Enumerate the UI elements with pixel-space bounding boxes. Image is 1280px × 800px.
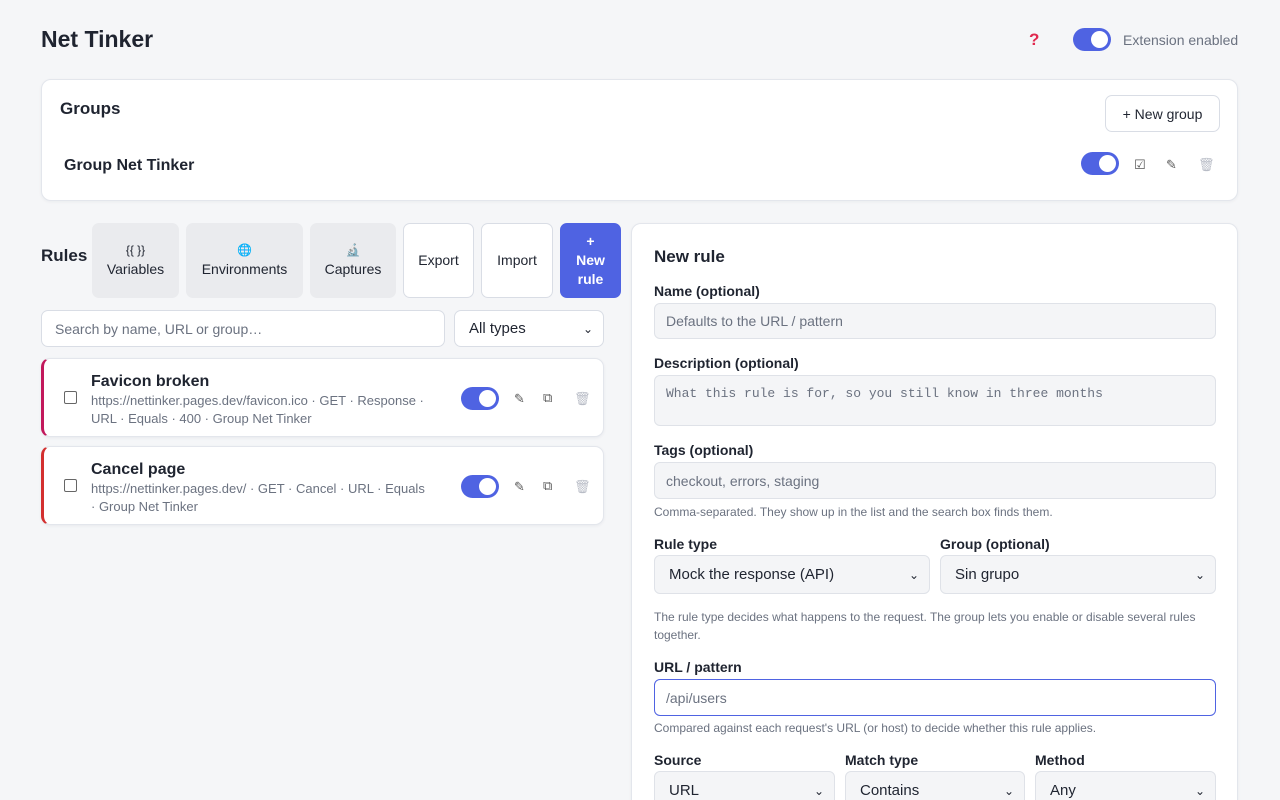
tags-input[interactable]: checkout, errors, staging: [654, 462, 1216, 499]
chevron-down-icon: ⌄: [1194, 567, 1205, 582]
match-type-value: Contains: [860, 782, 920, 799]
import-button[interactable]: Import: [481, 223, 553, 298]
source-label: Source: [654, 752, 702, 768]
environments-label: Environments: [201, 261, 288, 277]
variables-icon: {{ }}: [125, 243, 146, 257]
type-filter-select[interactable]: All types ⌄: [454, 310, 604, 347]
url-pattern-input[interactable]: [654, 679, 1216, 716]
rule-toggle[interactable]: [461, 475, 499, 498]
method-label: Method: [1035, 752, 1085, 768]
new-group-button[interactable]: + New group: [1105, 95, 1220, 132]
rules-title: Rules: [41, 246, 88, 265]
group-name: Group Net Tinker: [64, 157, 195, 174]
tags-help: Comma-separated. They show up in the lis…: [654, 505, 1053, 519]
import-label: Import: [497, 252, 537, 268]
environments-button[interactable]: 🌐 Environments: [186, 223, 303, 298]
new-rule-title: New rule: [654, 247, 725, 266]
export-button[interactable]: Export: [403, 223, 474, 298]
app-title: Net Tinker: [41, 26, 154, 52]
rule-meta: https://nettinker.pages.dev/ · GET · Can…: [91, 481, 425, 514]
rule-title: Favicon broken: [91, 373, 210, 390]
captures-button[interactable]: 🔬 Captures: [310, 223, 396, 298]
url-label: URL / pattern: [654, 659, 742, 675]
extension-toggle[interactable]: [1073, 28, 1111, 51]
rule-meta: https://nettinker.pages.dev/favicon.ico …: [91, 393, 424, 426]
name-placeholder: Defaults to the URL / pattern: [666, 313, 843, 329]
rule-type-select[interactable]: Mock the response (API) ⌄: [654, 555, 930, 594]
trash-icon[interactable]: 🗑: [574, 391, 591, 407]
plus-icon: +: [586, 233, 595, 249]
description-label: Description (optional): [654, 355, 799, 371]
globe-icon: 🌐: [237, 243, 252, 257]
method-value: Any: [1050, 782, 1076, 799]
tags-label: Tags (optional): [654, 442, 754, 458]
edit-icon[interactable]: ✎: [514, 391, 525, 407]
name-label: Name (optional): [654, 283, 760, 299]
name-input[interactable]: Defaults to the URL / pattern: [654, 303, 1216, 339]
rule-checkbox[interactable]: [64, 479, 77, 492]
chevron-down-icon: ⌄: [582, 321, 593, 336]
rule-title: Cancel page: [91, 461, 186, 478]
extension-enabled-label: Extension enabled: [1123, 32, 1239, 48]
help-icon[interactable]: ?: [1029, 30, 1039, 50]
groups-title: Groups: [60, 99, 121, 118]
chevron-down-icon: ⌄: [908, 567, 919, 582]
rule-card[interactable]: Favicon broken https://nettinker.pages.d…: [41, 358, 604, 437]
rule-card[interactable]: Cancel page https://nettinker.pages.dev/…: [41, 446, 604, 525]
variables-button[interactable]: {{ }} Variables: [92, 223, 179, 298]
match-type-select[interactable]: Contains ⌄: [845, 771, 1025, 800]
new-rule-button[interactable]: + New rule: [560, 223, 621, 298]
chevron-down-icon: ⌄: [1003, 783, 1014, 798]
rule-checkbox[interactable]: [64, 391, 77, 404]
trash-icon[interactable]: 🗑: [574, 479, 591, 495]
group-label: Group (optional): [940, 536, 1050, 552]
description-textarea[interactable]: What this rule is for, so you still know…: [654, 375, 1216, 426]
chevron-down-icon: ⌄: [1194, 783, 1205, 798]
match-type-label: Match type: [845, 752, 919, 768]
rules-search-input[interactable]: [41, 310, 445, 347]
source-value: URL: [669, 782, 700, 799]
chevron-down-icon: ⌄: [813, 783, 824, 798]
group-toggle[interactable]: [1081, 152, 1119, 175]
rule-type-help: The rule type decides what happens to th…: [654, 610, 1196, 642]
type-filter-value: All types: [469, 320, 526, 337]
new-rule-label: New rule: [576, 252, 605, 287]
edit-icon[interactable]: ✎: [514, 479, 525, 495]
edit-icon[interactable]: ✎: [1166, 157, 1177, 173]
source-select[interactable]: URL ⌄: [654, 771, 835, 800]
rule-toggle[interactable]: [461, 387, 499, 410]
checkbox-icon[interactable]: ☑: [1134, 157, 1146, 173]
url-help: Compared against each request's URL (or …: [654, 721, 1097, 735]
group-value: Sin grupo: [955, 566, 1020, 583]
groups-card: Groups + New group Group Net Tinker ☑ ✎ …: [41, 79, 1238, 201]
variables-label: Variables: [106, 261, 165, 277]
group-select[interactable]: Sin grupo ⌄: [940, 555, 1216, 594]
rule-type-value: Mock the response (API): [669, 566, 835, 583]
duplicate-icon[interactable]: ⧉: [543, 478, 552, 494]
captures-label: Captures: [324, 261, 382, 277]
trash-icon[interactable]: 🗑: [1198, 157, 1215, 173]
description-placeholder: What this rule is for, so you still know…: [666, 386, 1103, 401]
tags-placeholder: checkout, errors, staging: [666, 472, 820, 489]
method-select[interactable]: Any ⌄: [1035, 771, 1216, 800]
export-label: Export: [418, 252, 459, 268]
duplicate-icon[interactable]: ⧉: [543, 390, 552, 406]
rule-type-label: Rule type: [654, 536, 718, 552]
new-rule-panel: New rule Name (optional) Defaults to the…: [631, 223, 1238, 800]
microscope-icon: 🔬: [345, 243, 361, 257]
